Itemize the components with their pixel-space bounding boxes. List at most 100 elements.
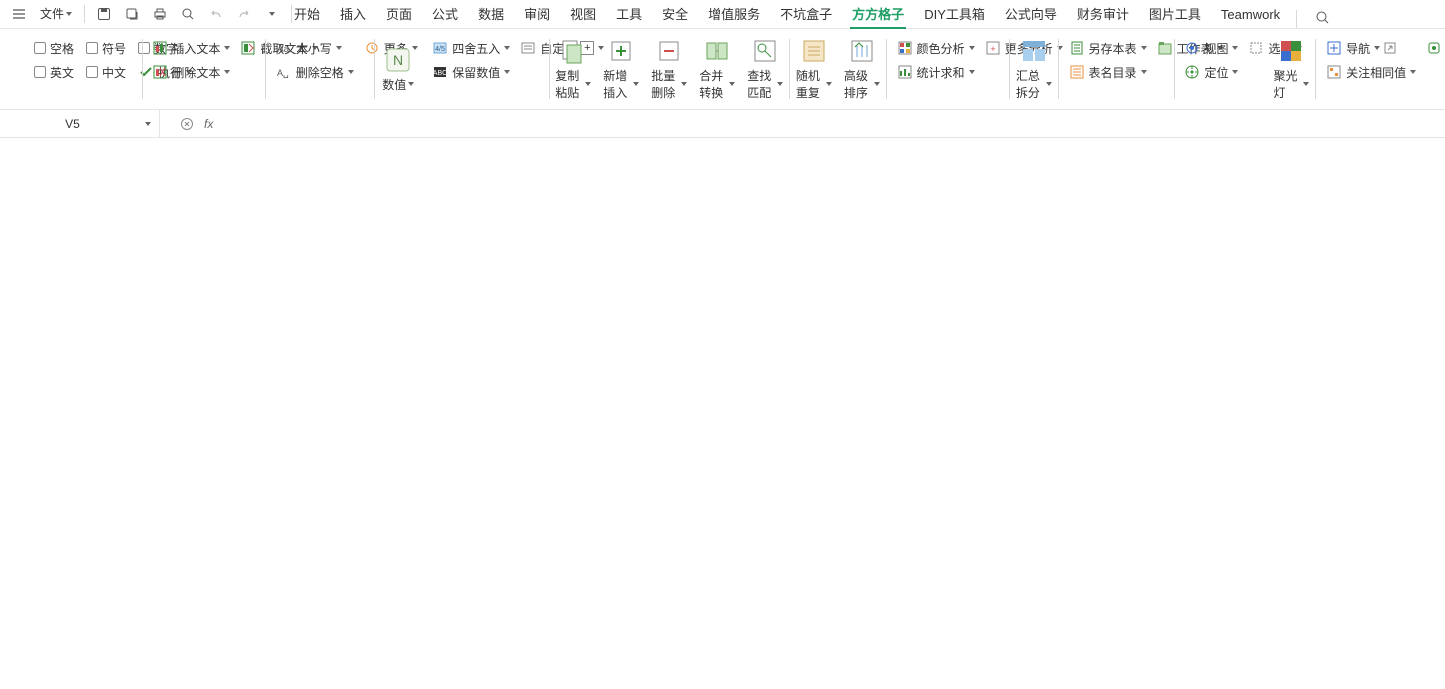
checkbox-icon: [86, 42, 98, 54]
big-icon: [800, 37, 828, 65]
menu-tab[interactable]: 财务审计: [1067, 2, 1139, 28]
ribbon-numeric-button[interactable]: N 数值: [374, 33, 422, 105]
menu-tab[interactable]: 不坑盒子: [770, 2, 842, 28]
ribbon-item[interactable]: 颜色分析: [897, 37, 975, 59]
ribbon-numeric-label: 数值: [382, 76, 406, 93]
ribbon-item[interactable]: 4/5四舍五入: [432, 37, 510, 59]
ribbon-big-button[interactable]: 高级排序: [838, 33, 886, 105]
chevron-down-icon: [504, 46, 510, 50]
item-icon: [1248, 40, 1264, 56]
item-icon: [1426, 40, 1442, 56]
ribbon-group-analysis: 颜色分析统计求和+更多分析: [887, 33, 1010, 105]
chevron-down-icon: [145, 122, 151, 126]
item-icon: [1069, 40, 1085, 56]
ribbon-item[interactable]: 插入文本: [152, 37, 230, 59]
ribbon-item[interactable]: Aa大小写: [276, 37, 354, 59]
ribbon-big-button[interactable]: 批量删除: [645, 33, 693, 105]
ribbon-item[interactable]: 视图: [1184, 37, 1238, 59]
chevron-down-icon: [969, 46, 975, 50]
chevron-down-icon: [1046, 82, 1052, 86]
chevron-down-icon: [1374, 46, 1380, 50]
name-box[interactable]: V5: [0, 110, 160, 137]
menu-tab[interactable]: 方方格子: [842, 2, 914, 28]
menu-tab[interactable]: 开始: [284, 2, 330, 28]
svg-text:+: +: [990, 44, 995, 54]
svg-text:N: N: [393, 52, 403, 68]
print-icon[interactable]: [149, 3, 171, 25]
cancel-formula-icon[interactable]: [180, 117, 194, 131]
file-menu[interactable]: 文件: [36, 3, 76, 25]
name-box-value: V5: [0, 117, 145, 131]
launcher-icon[interactable]: [1384, 42, 1396, 54]
ribbon-group-case: Aa大小写A␣删除空格更多: [266, 33, 374, 105]
redo-icon[interactable]: [233, 3, 255, 25]
menu-tab[interactable]: 安全: [652, 2, 698, 28]
ribbon-item[interactable]: 导航: [1326, 37, 1416, 59]
ribbon-checkbox[interactable]: 英文: [34, 61, 74, 83]
menu-tab[interactable]: 页面: [376, 2, 422, 28]
ribbon-big-button[interactable]: 随机重复: [790, 33, 838, 105]
fx-label[interactable]: fx: [204, 117, 213, 131]
big-icon: [607, 37, 635, 65]
menu-tab[interactable]: 公式: [422, 2, 468, 28]
menu-tab[interactable]: 审阅: [514, 2, 560, 28]
save-as-icon[interactable]: [121, 3, 143, 25]
formula-bar: V5 fx: [0, 110, 1445, 138]
spotlight-icon: [1277, 37, 1305, 65]
chevron-down-icon: [633, 82, 639, 86]
ribbon-checkbox[interactable]: 符号: [86, 37, 126, 59]
ribbon-item[interactable]: 表名目录: [1069, 61, 1147, 83]
ribbon-spotlight-label: 聚光灯: [1273, 67, 1301, 101]
menu-tab[interactable]: 数据: [468, 2, 514, 28]
ribbon-checkbox[interactable]: 中文: [86, 61, 126, 83]
chevron-down-icon: [1232, 46, 1238, 50]
ribbon-group-filters: 空格英文符号中文数字执行: [24, 33, 142, 105]
ribbon-big-row: 复制粘贴新增插入批量删除合并转换查找匹配: [549, 33, 789, 105]
chevron-down-icon: [269, 12, 275, 16]
print-preview-icon[interactable]: [177, 3, 199, 25]
ribbon-big-button[interactable]: 复制粘贴: [549, 33, 597, 105]
ribbon-summary-button[interactable]: 汇总拆分: [1010, 33, 1058, 105]
chevron-down-icon: [874, 82, 880, 86]
item-icon: 4/5: [432, 40, 448, 56]
ribbon-checkbox[interactable]: 空格: [34, 37, 74, 59]
ribbon-big-button[interactable]: 新增插入: [597, 33, 645, 105]
undo-icon[interactable]: [205, 3, 227, 25]
ribbon-item[interactable]: A␣删除空格: [276, 61, 354, 83]
ribbon-item[interactable]: ABC保留数值: [432, 61, 510, 83]
item-icon: A␣: [276, 64, 292, 80]
ribbon-item[interactable]: 关注相同值: [1326, 61, 1416, 83]
ribbon-item[interactable]: 删除文本: [152, 61, 230, 83]
menu-tab[interactable]: Teamwork: [1211, 2, 1290, 28]
chevron-down-icon: [826, 82, 832, 86]
chevron-down-icon: [681, 82, 687, 86]
menu-tab[interactable]: 公式向导: [995, 2, 1067, 28]
ribbon-item[interactable]: 另存本表: [1069, 37, 1147, 59]
ribbon-item[interactable]: 统计求和: [897, 61, 975, 83]
ribbon-big-button[interactable]: 合并转换: [693, 33, 741, 105]
menu-tab[interactable]: 工具: [606, 2, 652, 28]
ribbon-spotlight-button[interactable]: 聚光灯: [1267, 33, 1315, 105]
menu-tab[interactable]: 图片工具: [1139, 2, 1211, 28]
separator: [84, 5, 85, 23]
chevron-down-icon: [1141, 46, 1147, 50]
menu-tab[interactable]: DIY工具箱: [914, 2, 995, 28]
search-icon[interactable]: [1311, 6, 1333, 28]
chevron-down-icon: [224, 70, 230, 74]
ribbon-item[interactable]: 记忆: [1426, 37, 1445, 59]
ribbon-item[interactable]: 定位: [1184, 61, 1238, 83]
chevron-down-icon: [504, 70, 510, 74]
ribbon-big-button[interactable]: 查找匹配: [741, 33, 789, 105]
item-icon: [1326, 64, 1342, 80]
quick-access-more[interactable]: [261, 3, 283, 25]
menu-tab[interactable]: 增值服务: [698, 2, 770, 28]
chevron-down-icon: [336, 46, 342, 50]
menu-tab[interactable]: 视图: [560, 2, 606, 28]
save-icon[interactable]: [93, 3, 115, 25]
chevron-down-icon: [1232, 70, 1238, 74]
chevron-down-icon: [1141, 70, 1147, 74]
menu-tab[interactable]: 插入: [330, 2, 376, 28]
big-icon: [848, 37, 876, 65]
big-icon: [655, 37, 683, 65]
menu-icon[interactable]: [8, 3, 30, 25]
